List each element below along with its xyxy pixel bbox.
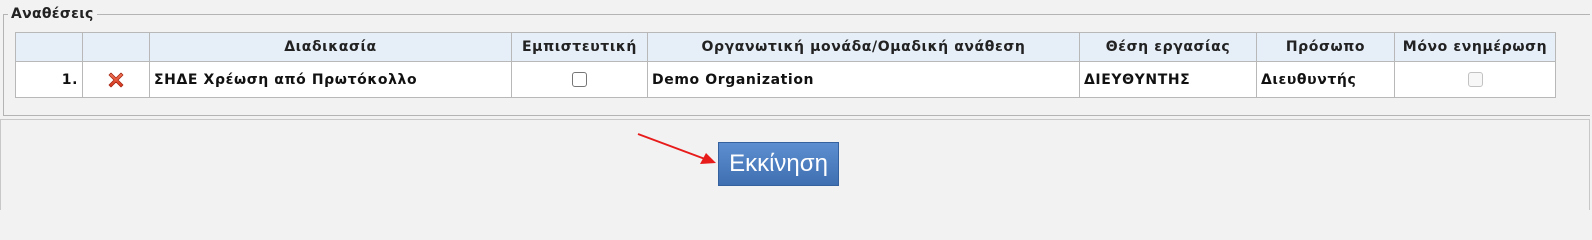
header-confidential[interactable]: Εμπιστευτική [511, 32, 648, 62]
notify-only-checkbox [1467, 72, 1483, 87]
delete-x-icon[interactable] [106, 70, 126, 90]
header-notify-only[interactable]: Μόνο ενημέρωση [1394, 32, 1556, 62]
row-procedure: ΣΗΔΕ Χρέωση από Πρωτόκολλο [149, 61, 512, 98]
row-index: 1. [15, 61, 83, 98]
row-confidential-cell [511, 61, 648, 98]
table-row: 1. ΣΗΔΕ Χρέωση από Πρωτόκολλο Demo Organ… [15, 61, 1556, 98]
row-org-unit: Demo Organization [647, 61, 1080, 98]
page: Αναθέσεις Διαδικασία Εμπιστευτική Οργανω… [0, 0, 1592, 210]
table-header-row: Διαδικασία Εμπιστευτική Οργανωτική μονάδ… [15, 32, 1556, 62]
header-position[interactable]: Θέση εργασίας [1079, 32, 1257, 62]
header-org-unit[interactable]: Οργανωτική μονάδα/Ομαδική ανάθεση [647, 32, 1080, 62]
start-button[interactable]: Εκκίνηση [718, 142, 839, 186]
header-index [15, 32, 83, 62]
assignments-table: Διαδικασία Εμπιστευτική Οργανωτική μονάδ… [15, 32, 1556, 98]
pointer-arrow-icon [637, 133, 716, 164]
header-procedure[interactable]: Διαδικασία [149, 32, 512, 62]
confidential-checkbox[interactable] [572, 72, 587, 87]
header-action [82, 32, 150, 62]
row-person: Διευθυντής [1256, 61, 1395, 98]
row-notify-only-cell [1394, 61, 1556, 98]
row-action-cell [82, 61, 150, 98]
header-person[interactable]: Πρόσωπο [1256, 32, 1395, 62]
assignments-legend: Αναθέσεις [11, 6, 94, 22]
row-position: ΔΙΕΥΘΥΝΤΗΣ [1079, 61, 1257, 98]
